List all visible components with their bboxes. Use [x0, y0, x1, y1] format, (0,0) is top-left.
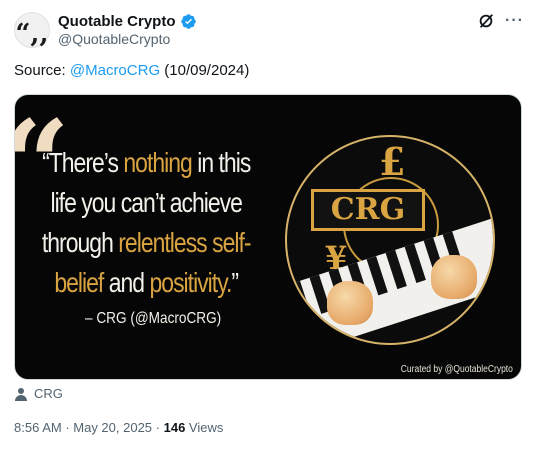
avatar[interactable]: “,, — [14, 12, 50, 48]
community-label: CRG — [34, 386, 63, 401]
community-tag[interactable]: CRG — [14, 386, 63, 401]
tweet-time[interactable]: 8:56 AM — [14, 420, 62, 435]
cat-paw-right-image — [431, 255, 477, 299]
header-actions: ··· — [477, 12, 524, 30]
curated-watermark: Curated by @QuotableCrypto — [400, 364, 513, 375]
tweet-text-suffix: (10/09/2024) — [160, 62, 250, 79]
quote-line-1: “There’s nothing in this — [42, 147, 251, 178]
views-label: Views — [185, 420, 224, 435]
cat-paw-left-image — [327, 281, 373, 325]
tweet-text-prefix: Source: — [14, 62, 70, 79]
grok-icon[interactable] — [477, 12, 495, 30]
verified-badge-icon — [180, 14, 196, 29]
tweet-meta: 8:56 AM · May 20, 2025 · 146 Views — [14, 420, 224, 435]
avatar-glyph: “,, — [15, 19, 49, 49]
tweet-text: Source: @MacroCRG (10/09/2024) — [14, 62, 249, 79]
quote-line-3: through relentless self- — [41, 227, 252, 258]
tweet-media-image[interactable]: “ “There’s nothing in this life you can’… — [14, 94, 522, 380]
views-count: 146 — [163, 420, 186, 435]
tweet-date[interactable]: May 20, 2025 — [73, 420, 152, 435]
author-name-row: Quotable Crypto — [58, 13, 197, 30]
quote-text: “There’s nothing in this life you can’t … — [15, 143, 277, 303]
tweet-header: “,, Quotable Crypto @QuotableCrypto ··· — [14, 10, 524, 50]
author-handle[interactable]: @QuotableCrypto — [58, 31, 170, 47]
more-options-icon[interactable]: ··· — [505, 13, 524, 29]
crg-logo: CRG — [311, 189, 425, 231]
pound-symbol: £ — [379, 139, 406, 184]
mention-link[interactable]: @MacroCRG — [70, 62, 160, 79]
quote-line-4: belief and positivity.” — [54, 267, 239, 298]
quote-attribution: – CRG (@MacroCRG) — [85, 310, 222, 327]
author-display-name[interactable]: Quotable Crypto — [58, 13, 176, 30]
person-icon — [15, 387, 27, 401]
crg-medallion: £ CRG ¥ — [285, 135, 495, 345]
quote-line-2: life you can’t achieve — [50, 187, 242, 218]
